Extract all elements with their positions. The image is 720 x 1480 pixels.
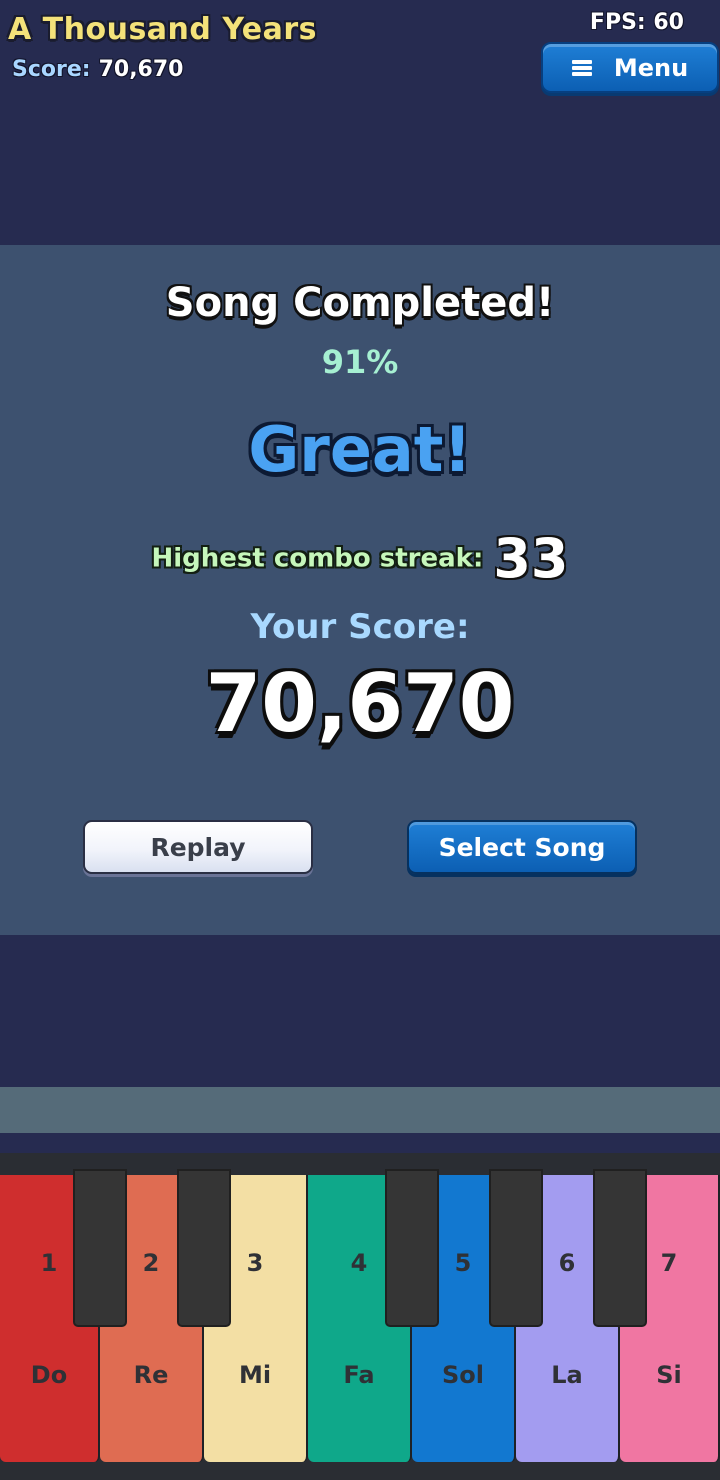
combo-value: 33 <box>493 527 569 590</box>
combo-label: Highest combo streak: <box>151 543 484 574</box>
piano-black-key[interactable] <box>593 1169 647 1327</box>
piano-black-key[interactable] <box>385 1169 439 1327</box>
your-score-label: Your Score: <box>250 607 470 647</box>
results-panel: Song Completed! 91% Great! Highest combo… <box>0 245 720 935</box>
key-note-label: Sol <box>442 1361 484 1389</box>
note-track-bar <box>0 1087 720 1133</box>
key-note-label: Do <box>30 1361 68 1389</box>
rating-text: Great! <box>248 413 472 486</box>
replay-button[interactable]: Replay <box>83 820 313 874</box>
hamburger-menu-icon <box>571 59 592 76</box>
song-title: A Thousand Years <box>8 12 318 47</box>
piano-black-key[interactable] <box>73 1169 127 1327</box>
key-note-label: Mi <box>238 1361 272 1389</box>
song-completed-title: Song Completed! <box>165 280 555 326</box>
combo-streak: Highest combo streak: 33 <box>0 527 720 590</box>
key-note-label: La <box>551 1361 583 1389</box>
accuracy-percent: 91% <box>321 343 399 381</box>
final-score: 70,670 <box>205 657 515 750</box>
select-song-button[interactable]: Select Song <box>407 820 637 874</box>
key-note-label: Fa <box>343 1361 375 1389</box>
key-note-label: Si <box>656 1361 682 1389</box>
current-score: Score: 70,670 <box>12 57 183 82</box>
score-label: Score: <box>12 57 91 82</box>
piano-black-key[interactable] <box>489 1169 543 1327</box>
piano-black-key[interactable] <box>177 1169 231 1327</box>
score-value: 70,670 <box>98 57 184 82</box>
menu-button[interactable]: Menu <box>541 42 719 93</box>
fps-readout: FPS: 60 <box>589 10 684 35</box>
menu-label: Menu <box>613 53 689 82</box>
key-note-label: Re <box>133 1361 169 1389</box>
